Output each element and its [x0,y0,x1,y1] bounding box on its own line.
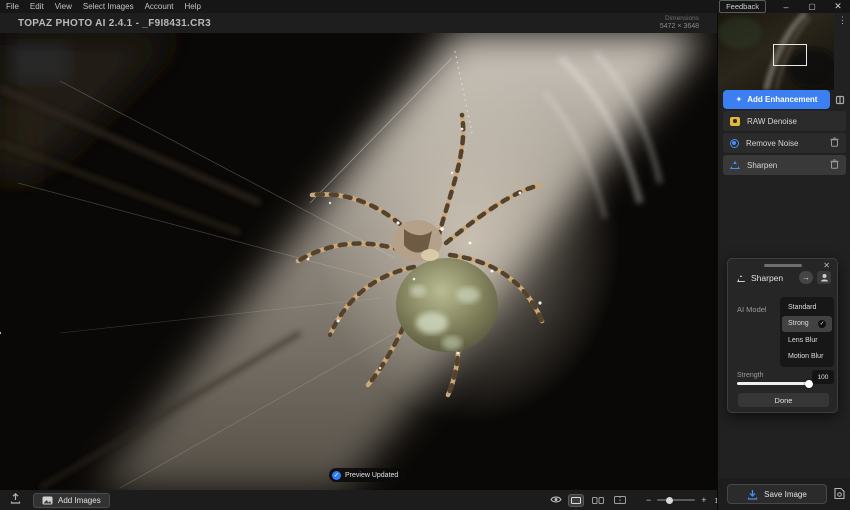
kebab-menu-icon[interactable]: ⋮ [838,16,847,25]
trash-icon[interactable] [830,134,839,152]
model-option-label: Motion Blur [788,353,823,360]
feedback-button[interactable]: Feedback [719,0,766,13]
add-enhancement-label: Add Enhancement [747,95,817,104]
panel-title: Sharpen [751,273,783,283]
model-option-strong[interactable]: Strong ✓ [782,316,832,333]
navigator-thumbnail[interactable] [718,13,834,90]
eye-icon[interactable] [550,491,562,509]
download-icon [747,489,758,500]
photo-canvas[interactable]: ✓ Preview Updated [0,33,717,490]
dimensions-value: 5472 × 3648 [660,23,699,31]
minimize-icon[interactable]: – [780,2,792,12]
zoom-out-icon[interactable]: − [646,495,651,505]
enhancement-label: Remove Noise [746,139,798,148]
strength-label: Strength [737,372,763,379]
add-enhancement-button[interactable]: ✦ Add Enhancement [723,90,830,109]
sharpen-settings-panel: ✕ Sharpen → AI Model Standard Strong ✓ [727,258,838,413]
dimensions-label: Dimensions [660,15,699,22]
menu-select-images[interactable]: Select Images [83,2,134,11]
sharpen-icon [730,161,740,169]
save-settings-icon[interactable] [833,487,846,505]
side-by-side-view-button[interactable] [612,494,628,507]
view-tools: − + 100% ∧ [550,490,745,510]
drag-handle[interactable] [764,264,802,267]
model-option-label: Strong [788,320,809,327]
page-title: TOPAZ PHOTO AI 2.4.1 - _F9I8431.CR3 [18,18,211,29]
close-panel-icon[interactable]: ✕ [823,261,830,270]
save-image-button[interactable]: Save Image [727,484,827,504]
title-strip: TOPAZ PHOTO AI 2.4.1 - _F9I8431.CR3 Dime… [0,13,717,33]
image-icon [42,496,53,505]
toast-label: Preview Updated [345,472,398,479]
strength-value-field[interactable]: 100 [812,370,834,384]
zoom-in-icon[interactable]: + [701,495,706,505]
single-view-button[interactable] [568,494,584,507]
menu-file[interactable]: File [6,2,19,11]
sharpen-icon [737,275,745,282]
model-option-lens-blur[interactable]: Lens Blur [782,332,832,349]
spider-photo [0,33,717,490]
enhancement-label: Sharpen [747,161,777,170]
menu-help[interactable]: Help [185,2,201,11]
sparkle-icon: ✦ [736,95,743,104]
save-area: Save Image [717,478,850,510]
model-option-motion-blur[interactable]: Motion Blur [782,349,832,366]
collapse-panel-icon[interactable] [834,94,846,106]
enhancement-label: RAW Denoise [747,117,797,126]
ai-model-label: AI Model [737,305,767,314]
app-window: File Edit View Select Images Account Hel… [0,0,850,510]
image-dimensions: Dimensions 5472 × 3648 [660,15,699,31]
preview-updated-toast: ✓ Preview Updated [329,468,406,482]
enhancement-row-remove-noise[interactable]: Remove Noise [723,133,846,153]
enhancement-row-raw-denoise[interactable]: RAW Denoise [723,111,846,131]
ai-model-dropdown: Standard Strong ✓ Lens Blur Motion Blur [780,297,834,367]
strength-slider[interactable] [737,382,810,385]
save-image-label: Save Image [764,490,807,499]
menu-bar: File Edit View Select Images Account Hel… [0,0,850,13]
navigator-viewport-rect[interactable] [773,44,807,66]
raw-denoise-icon [730,117,740,126]
menu-view[interactable]: View [55,2,72,11]
remove-noise-icon [730,139,739,148]
add-images-button[interactable]: Add Images [33,493,110,508]
export-icon[interactable] [10,491,21,509]
model-option-standard[interactable]: Standard [782,299,832,316]
model-option-label: Lens Blur [788,337,818,344]
trash-icon[interactable] [830,156,839,174]
selected-check-icon: ✓ [818,320,826,328]
add-images-label: Add Images [58,496,101,505]
done-button[interactable]: Done [738,393,829,407]
toast-check-icon: ✓ [332,471,341,480]
model-option-label: Standard [788,304,816,311]
zoom-slider-knob[interactable] [666,497,673,504]
maximize-icon[interactable]: ▢ [806,2,818,11]
enhancement-row-sharpen[interactable]: Sharpen [723,155,846,175]
zoom-slider[interactable] [657,499,695,501]
close-icon[interactable]: ✕ [832,1,844,12]
split-view-button[interactable] [590,494,606,507]
subject-mask-icon[interactable] [817,271,831,284]
menu-edit[interactable]: Edit [30,2,44,11]
menu-account[interactable]: Account [145,2,174,11]
preview-toggle-icon[interactable]: → [799,271,813,284]
